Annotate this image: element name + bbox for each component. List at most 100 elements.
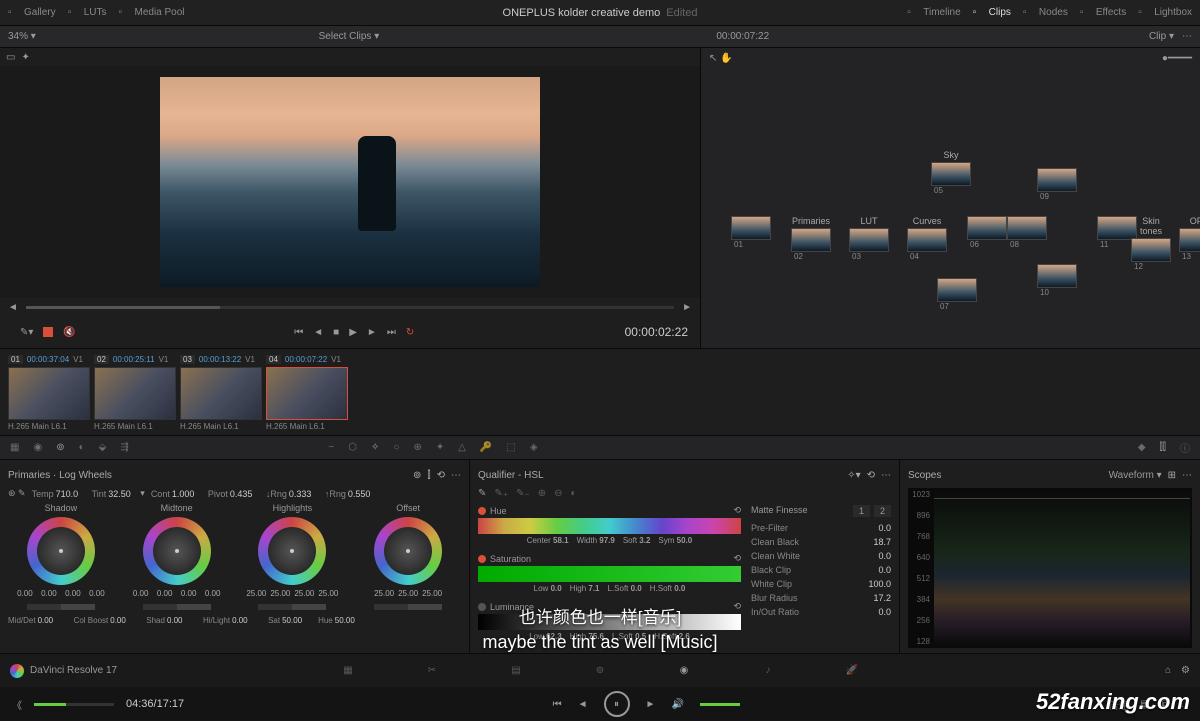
next-frame-button[interactable]: ► [367,327,377,338]
sat-reset-icon[interactable]: ⟲ [733,553,741,564]
tab-timeline[interactable]: ▫Timeline [907,7,960,19]
bars-mode-icon[interactable]: ⫿ [427,470,430,481]
hilight-value[interactable]: 0.00 [232,616,262,625]
video-menu-icon[interactable]: ▤ [1140,699,1149,710]
flag-red[interactable] [43,327,53,337]
node-04[interactable]: Curves04 [907,216,947,252]
video-start-icon[interactable]: ⏮ [553,699,562,710]
hue-toggle[interactable] [478,507,486,515]
color-wheel[interactable] [258,517,326,585]
matte-param[interactable]: Pre-Filter0.0 [751,521,891,535]
node-09[interactable]: 09 [1037,168,1077,192]
scope-mode-dropdown[interactable]: Waveform ▾ [1109,470,1162,481]
node-07[interactable]: 07 [937,278,977,302]
node-03[interactable]: LUT03 [849,216,889,252]
video-progress[interactable] [34,703,114,706]
clip-thumbnail[interactable]: 0100:00:37:04V1H.265 Main L6.1 [8,353,90,431]
edit-page-icon[interactable]: ▤ [504,659,528,683]
auto-icon[interactable]: ⊛ ✎ [8,488,26,499]
motion-icon[interactable]: ⇶ [120,442,128,453]
stop-button[interactable]: ■ [333,327,339,338]
info-icon[interactable]: ⓘ [1180,440,1190,455]
last-frame-button[interactable]: ⏭ [387,327,396,338]
qualifier-pick-icon[interactable]: ✧▾ [847,470,860,481]
node-graph-canvas[interactable]: 01Primaries02LUT03Curves04Sky05060708091… [701,68,1200,348]
picker-icon[interactable]: ✎ [478,488,486,499]
cursor-icon[interactable]: ↖ ✋ [709,53,733,64]
luminance-bar[interactable] [478,614,741,630]
picker-sub-icon[interactable]: ✎₋ [516,488,530,499]
settings-icon[interactable]: ⚙ [1181,665,1190,676]
viewer-scrubber[interactable]: ◄► [0,298,700,316]
video-play-button[interactable]: ⏸ [604,691,630,717]
node-10[interactable]: 10 [1037,264,1077,288]
zoom-dropdown[interactable]: 34% ▾ [8,31,36,42]
clip-thumbnail[interactable]: 0400:00:07:22V1H.265 Main L6.1 [266,353,348,431]
wheel-slider[interactable] [258,604,326,610]
magic-mask-icon[interactable]: ✦ [436,442,444,453]
matte-param[interactable]: Clean White0.0 [751,549,891,563]
matte-param[interactable]: Clean Black18.7 [751,535,891,549]
saturation-bar[interactable] [478,566,741,582]
color-wheel[interactable] [374,517,442,585]
key-icon[interactable]: 🔑 [480,442,492,453]
viewer-wand-icon[interactable]: ✦ [21,52,29,63]
tab-clips[interactable]: ▫Clips [973,7,1011,19]
invert-icon[interactable]: ◐ [571,488,577,499]
shad-value[interactable]: 0.00 [167,616,197,625]
tab-nodes[interactable]: ▫Nodes [1023,7,1068,19]
clip-thumbnail[interactable]: 0200:00:25:11V1H.265 Main L6.1 [94,353,176,431]
node-options-icon[interactable]: ⋯ [1182,31,1192,42]
pivot-value[interactable]: 0.435 [230,489,260,499]
fairlight-page-icon[interactable]: ♪ [756,659,780,683]
matte-tab-1[interactable]: 1 [853,505,870,517]
mute-icon[interactable]: 🔇 [63,327,75,338]
colboost-value[interactable]: 0.00 [110,616,140,625]
clip-mode-dropdown[interactable]: Clip ▾ [1149,31,1174,42]
color-match-icon[interactable]: ◉ [33,442,42,453]
hue-value[interactable]: 50.00 [335,616,365,625]
lum-reset-icon[interactable]: ⟲ [733,601,741,612]
wheel-slider[interactable] [27,604,95,610]
sizing-icon[interactable]: ⬚ [506,442,515,453]
curves-icon[interactable]: ~ [328,442,334,453]
tab-effects[interactable]: ▫Effects [1080,7,1126,19]
clip-thumbnail[interactable]: 0300:00:13:22V1H.265 Main L6.1 [180,353,262,431]
media-page-icon[interactable]: ▦ [336,659,360,683]
video-volume-icon[interactable]: 🔊 [671,699,683,710]
video-back-icon[interactable]: ◄ [578,699,588,710]
window-icon[interactable]: ○ [393,442,399,453]
color-wheel[interactable] [27,517,95,585]
3d-icon[interactable]: ◈ [530,442,538,453]
video-fullscreen-icon[interactable]: ⛶ [1181,699,1188,710]
feather-sub-icon[interactable]: ⊖ [554,488,562,499]
color-wheel[interactable] [143,517,211,585]
qualifier-options-icon[interactable]: ⋯ [881,470,891,481]
select-clips-dropdown[interactable]: Select Clips ▾ [319,31,380,42]
matte-param[interactable]: White Clip100.0 [751,577,891,591]
color-page-icon[interactable]: ◉ [672,659,696,683]
matte-param[interactable]: In/Out Ratio0.0 [751,605,891,619]
node-06[interactable]: 06 [967,216,1007,240]
tint-value[interactable]: 32.50 [108,489,138,499]
hdr-icon[interactable]: ◐ [79,442,85,453]
node-01[interactable]: 01 [731,216,771,240]
cut-page-icon[interactable]: ✂ [420,659,444,683]
fusion-page-icon[interactable]: ⊚ [588,659,612,683]
home-icon[interactable]: ⌂ [1165,665,1171,676]
hue-bar[interactable] [478,518,741,534]
prev-frame-button[interactable]: ◄ [313,327,323,338]
video-prev-icon[interactable]: 《 [12,697,22,712]
loop-button[interactable]: ↻ [406,327,414,338]
matte-param[interactable]: Black Clip0.0 [751,563,891,577]
blur-icon[interactable]: △ [458,442,466,453]
camera-raw-icon[interactable]: ▦ [10,442,19,453]
rgb-mixer-icon[interactable]: ⬙ [99,442,107,453]
contrast-value[interactable]: 1.000 [172,489,202,499]
wheel-slider[interactable] [143,604,211,610]
low-range-value[interactable]: 0.333 [289,489,319,499]
keyframes-icon[interactable]: ◆ [1138,442,1146,453]
node-12[interactable]: Skin tones12 [1131,216,1171,262]
tab-gallery[interactable]: ▫Gallery [8,7,56,19]
matte-param[interactable]: Blur Radius17.2 [751,591,891,605]
